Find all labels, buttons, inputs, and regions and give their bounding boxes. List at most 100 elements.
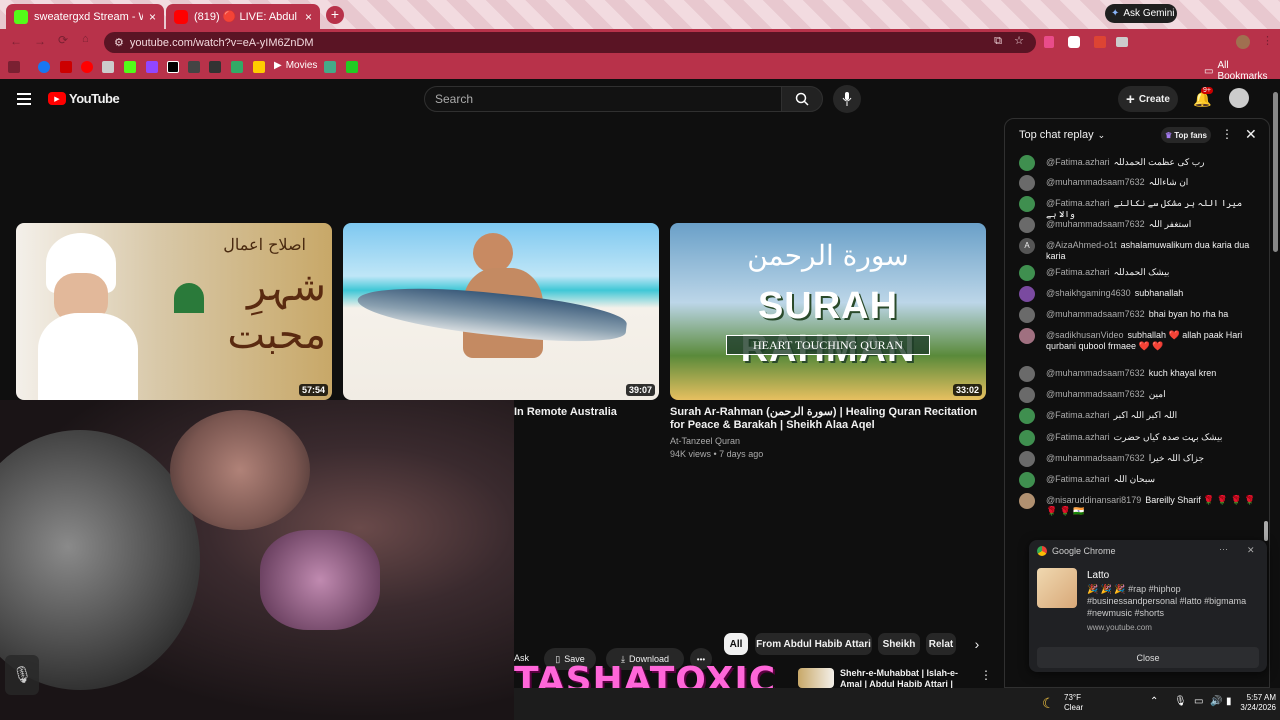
chat-avatar[interactable] (1019, 451, 1035, 467)
chat-author[interactable]: @muhammadsaam7632 (1046, 389, 1145, 399)
reload-icon[interactable]: ⟳ (58, 33, 68, 47)
video-thumbnail[interactable]: 39:07 (343, 223, 659, 400)
bookmark-icon[interactable] (209, 61, 221, 73)
chat-avatar[interactable] (1019, 472, 1035, 488)
ask-gemini-button[interactable]: ✦ Ask Gemini (1105, 4, 1177, 23)
clock[interactable]: 5:57 AM 3/24/2026 (1236, 693, 1276, 713)
chat-avatar[interactable] (1019, 175, 1035, 191)
chat-mode-dropdown[interactable]: Top chat replay ⌄ (1019, 129, 1105, 141)
video-title[interactable]: Surah Ar-Rahman (سورة الرحمن) | Healing … (670, 406, 980, 432)
menu-kebab-icon[interactable]: ⋮ (1221, 127, 1233, 141)
bookmark-icon[interactable] (324, 61, 336, 73)
scrollbar-thumb[interactable] (1264, 521, 1268, 541)
search-input[interactable]: Search (424, 86, 782, 112)
tab-sweatergxd[interactable]: sweatergxd Stream - Watch Live × (6, 4, 164, 29)
chat-author[interactable]: @nisaruddinansari8179 (1046, 495, 1141, 505)
next-video-thumbnail[interactable] (798, 668, 834, 688)
chat-author[interactable]: @muhammadsaam7632 (1046, 368, 1145, 378)
x-icon[interactable] (167, 61, 179, 73)
chat-avatar[interactable] (1019, 265, 1035, 281)
chat-author[interactable]: @Fatima.azhari (1046, 157, 1110, 167)
weather-widget[interactable]: 73°F Clear (1064, 693, 1083, 713)
battery-icon[interactable]: ▮ (1226, 696, 1232, 707)
chip-related[interactable]: Relat (926, 633, 956, 655)
create-button[interactable]: + Create (1118, 86, 1178, 112)
extension-icon[interactable] (1068, 36, 1080, 48)
chat-avatar[interactable] (1019, 217, 1035, 233)
chat-avatar[interactable] (1019, 493, 1035, 509)
notification-close-button[interactable]: Close (1037, 647, 1259, 668)
bookmark-icon[interactable] (60, 61, 72, 73)
bookmark-icon[interactable] (231, 61, 243, 73)
next-video-title[interactable]: Shehr-e-Muhabbat | Islah-e-Amal | Abdul … (840, 668, 970, 688)
chat-author[interactable]: @shaikhgaming4630 (1046, 288, 1131, 298)
twitch-icon[interactable] (146, 61, 158, 73)
chat-author[interactable]: @Fatima.azhari (1046, 474, 1110, 484)
close-tab-icon[interactable]: × (149, 10, 156, 24)
chat-avatar[interactable] (1019, 408, 1035, 424)
bookmark-star-icon[interactable]: ☆ (1014, 34, 1024, 47)
new-tab-icon[interactable]: + (326, 6, 344, 24)
voice-search-button[interactable] (833, 85, 861, 113)
all-bookmarks[interactable]: ▭ All Bookmarks (1204, 60, 1280, 82)
close-tab-icon[interactable]: × (305, 10, 312, 24)
chevron-up-icon[interactable]: ⌃ (1150, 696, 1158, 707)
video-thumbnail[interactable]: سورة الرحمن SURAH RAHMAN HEART TOUCHING … (670, 223, 986, 400)
scrollbar-thumb[interactable] (1273, 92, 1278, 252)
install-icon[interactable]: ⧉ (994, 35, 1002, 48)
tab-youtube-live[interactable]: (819) 🔴 LIVE: Abdul Habib Atta × (166, 4, 320, 29)
display-icon[interactable]: ▭ (1194, 696, 1203, 707)
youtube-logo[interactable]: ▶ YouTube (48, 91, 120, 106)
chat-avatar[interactable] (1019, 307, 1035, 323)
notifications-button[interactable]: 🔔 9+ (1193, 87, 1213, 109)
chevron-right-icon[interactable]: › (966, 633, 988, 655)
back-icon[interactable]: ← (10, 34, 22, 48)
chat-author[interactable]: @Fatima.azhari (1046, 198, 1110, 208)
chat-author[interactable]: @muhammadsaam7632 (1046, 219, 1145, 229)
kick-icon[interactable] (124, 61, 136, 73)
more-options-icon[interactable]: ··· (1219, 544, 1228, 554)
chip-from-channel[interactable]: From Abdul Habib Attari (755, 633, 872, 655)
chip-sheikh[interactable]: Sheikh (878, 633, 920, 655)
home-icon[interactable]: ⌂ (82, 33, 89, 45)
chat-author[interactable]: @sadikhusanVideo (1046, 330, 1124, 340)
search-button[interactable] (781, 86, 823, 112)
hamburger-menu-icon[interactable] (17, 93, 31, 105)
microphone-icon[interactable]: 🎙 (1174, 696, 1187, 707)
bookmark-icon[interactable] (188, 61, 200, 73)
top-fans-button[interactable]: ♛ Top fans (1161, 127, 1211, 143)
bookmark-icon[interactable] (102, 61, 114, 73)
facebook-icon[interactable] (38, 61, 50, 73)
chat-avatar[interactable] (1019, 155, 1035, 171)
page-scrollbar[interactable] (1271, 80, 1280, 688)
chat-author[interactable]: @muhammadsaam7632 (1046, 177, 1145, 187)
close-icon[interactable]: ✕ (1247, 545, 1255, 556)
site-info-icon[interactable]: ⚙ (114, 36, 124, 49)
extension-icon[interactable] (1094, 36, 1106, 48)
video-thumbnail[interactable]: اصلاح اعمال شہرِ محبت 57:54 (16, 223, 332, 400)
channel-name[interactable]: At-Tanzeel Quran (670, 436, 740, 446)
chat-avatar[interactable] (1019, 366, 1035, 382)
chat-author[interactable]: @Fatima.azhari (1046, 432, 1110, 442)
chat-author[interactable]: @Fatima.azhari (1046, 267, 1110, 277)
profile-avatar[interactable] (1236, 35, 1250, 49)
chat-author[interactable]: @muhammadsaam7632 (1046, 453, 1145, 463)
chat-avatar[interactable] (1019, 286, 1035, 302)
chat-author[interactable]: @Fatima.azhari (1046, 410, 1110, 420)
extension-icon[interactable] (1044, 36, 1054, 48)
bookmark-icon[interactable] (253, 61, 265, 73)
chat-avatar[interactable]: A (1019, 238, 1035, 254)
extension-icon[interactable] (1116, 37, 1128, 47)
close-chat-icon[interactable]: ✕ (1245, 126, 1257, 143)
account-avatar[interactable] (1229, 88, 1249, 108)
chip-all[interactable]: All (724, 633, 748, 655)
chat-author[interactable]: @muhammadsaam7632 (1046, 309, 1145, 319)
menu-kebab-icon[interactable]: ⋮ (1262, 34, 1273, 47)
chat-avatar[interactable] (1019, 387, 1035, 403)
chat-author[interactable]: @AizaAhmed-o1t (1046, 240, 1117, 250)
menu-kebab-icon[interactable]: ⋮ (980, 668, 992, 682)
video-title[interactable]: In Remote Australia (514, 406, 617, 418)
volume-icon[interactable]: 🔊 (1210, 696, 1222, 707)
forward-icon[interactable]: → (34, 34, 46, 48)
address-bar[interactable]: ⚙ youtube.com/watch?v=eA-yIM6ZnDM ⧉ ☆ (104, 32, 1036, 53)
